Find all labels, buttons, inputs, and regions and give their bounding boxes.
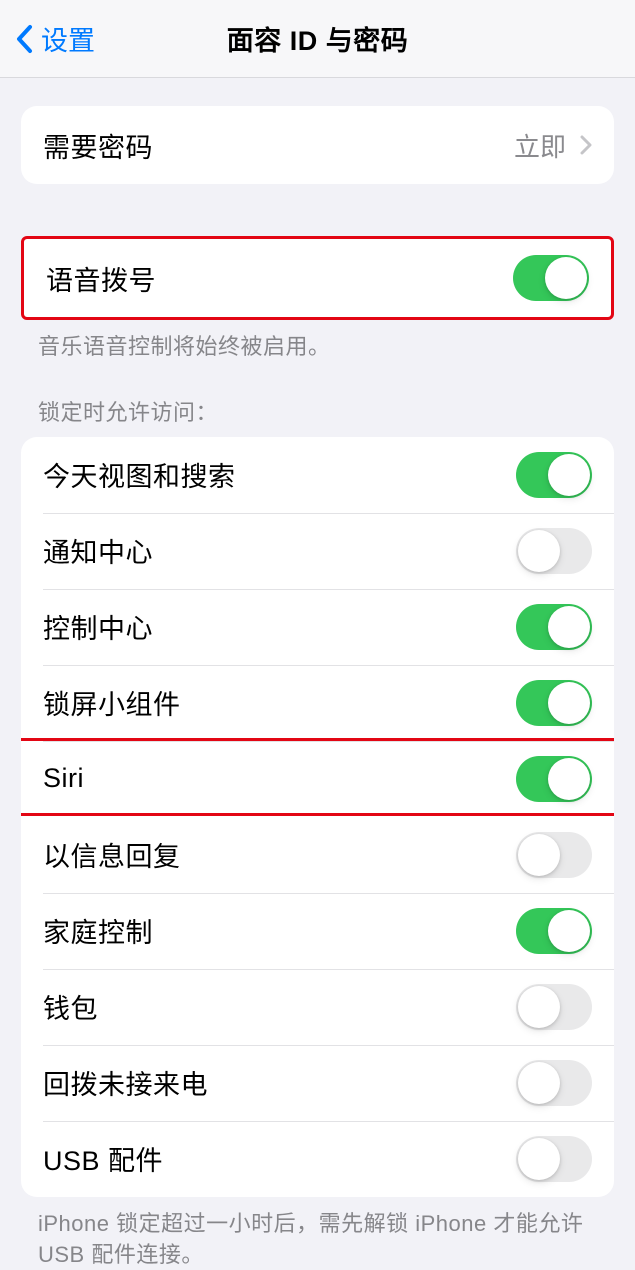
lock-access-item-label: 钱包 [43, 987, 98, 1026]
back-label: 设置 [41, 19, 95, 58]
nav-bar: 设置 面容 ID 与密码 [0, 0, 635, 78]
voice-dial-toggle[interactable] [513, 255, 589, 301]
lock-access-item-label: USB 配件 [43, 1139, 163, 1178]
lock-access-item-label: Siri [43, 763, 84, 794]
require-passcode-label: 需要密码 [43, 126, 153, 165]
lock-access-row[interactable]: USB 配件 [21, 1121, 614, 1197]
lock-access-toggle[interactable] [516, 908, 592, 954]
lock-access-toggle[interactable] [516, 1136, 592, 1182]
lock-access-toggle[interactable] [516, 984, 592, 1030]
chevron-left-icon [15, 24, 33, 54]
voice-dial-label: 语音拨号 [46, 259, 156, 298]
require-passcode-group: 需要密码 立即 [21, 106, 614, 184]
lock-access-row[interactable]: 锁屏小组件 [21, 665, 614, 741]
require-passcode-value-wrap: 立即 [514, 127, 592, 164]
require-passcode-value: 立即 [514, 127, 566, 164]
lock-access-toggle[interactable] [516, 528, 592, 574]
lock-access-group: 今天视图和搜索通知中心控制中心锁屏小组件 Siri 以信息回复家庭控制钱包回拨未接来… [21, 437, 614, 1197]
page-title: 面容 ID 与密码 [227, 19, 409, 58]
lock-access-footer: iPhone 锁定超过一小时后，需先解锁 iPhone 才能允许 USB 配件连… [38, 1209, 597, 1270]
lock-access-row[interactable]: 今天视图和搜索 [21, 437, 614, 513]
lock-access-toggle[interactable] [516, 604, 592, 650]
lock-access-item-label: 锁屏小组件 [43, 683, 181, 722]
lock-access-header: 锁定时允许访问： [38, 395, 597, 427]
voice-dial-footer: 音乐语音控制将始终被启用。 [38, 332, 597, 363]
lock-access-row[interactable]: 回拨未接来电 [21, 1045, 614, 1121]
lock-access-row[interactable]: 钱包 [21, 969, 614, 1045]
lock-access-toggle[interactable] [516, 452, 592, 498]
lock-access-item-label: 控制中心 [43, 607, 153, 646]
lock-access-row[interactable]: 家庭控制 [21, 893, 614, 969]
lock-access-toggle[interactable] [516, 832, 592, 878]
lock-access-row[interactable]: 控制中心 [21, 589, 614, 665]
lock-access-item-label: 家庭控制 [43, 911, 153, 950]
lock-access-item-label: 以信息回复 [43, 835, 181, 874]
lock-access-row[interactable]: 以信息回复 [21, 817, 614, 893]
lock-access-toggle[interactable] [516, 756, 592, 802]
lock-access-item-label: 回拨未接来电 [43, 1063, 208, 1102]
lock-access-item-label: 通知中心 [43, 531, 153, 570]
require-passcode-row[interactable]: 需要密码 立即 [21, 106, 614, 184]
lock-access-toggle[interactable] [516, 680, 592, 726]
lock-access-toggle[interactable] [516, 1060, 592, 1106]
lock-access-item-label: 今天视图和搜索 [43, 455, 236, 494]
back-button[interactable]: 设置 [0, 19, 95, 58]
lock-access-row[interactable]: 通知中心 [21, 513, 614, 589]
lock-access-row[interactable]: Siri [21, 741, 614, 817]
voice-dial-row[interactable]: 语音拨号 [24, 239, 611, 317]
chevron-right-icon [580, 135, 592, 155]
voice-dial-group: 语音拨号 [21, 236, 614, 320]
